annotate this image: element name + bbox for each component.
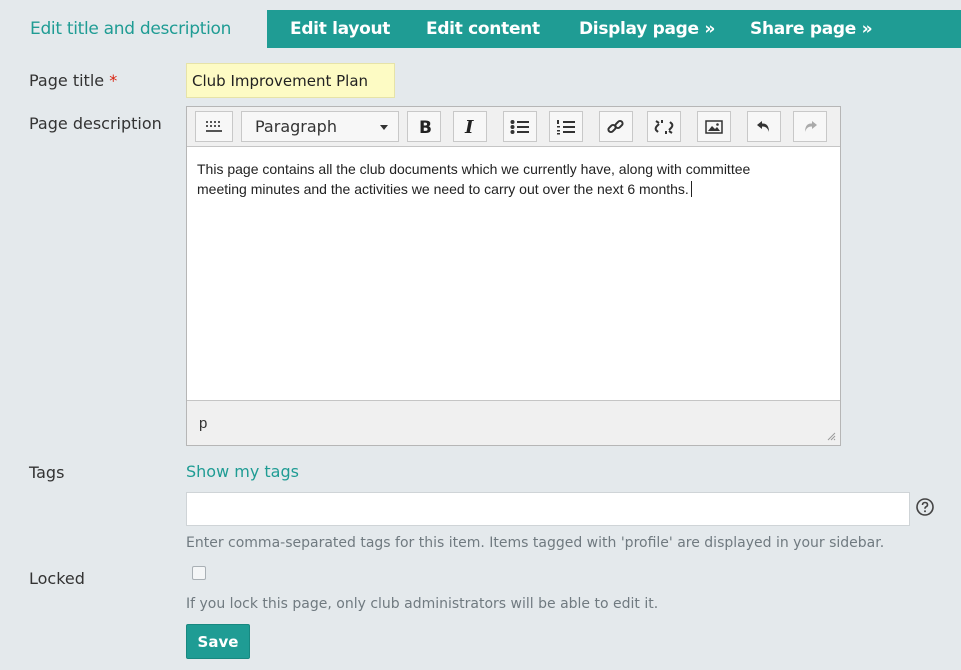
editor-content-line: This page contains all the club document… xyxy=(197,161,751,177)
undo-button[interactable] xyxy=(747,111,781,142)
tab-edit-layout[interactable]: Edit layout xyxy=(290,10,390,48)
insert-image-button[interactable] xyxy=(697,111,731,142)
element-path[interactable]: p xyxy=(199,415,207,432)
required-marker: * xyxy=(109,71,118,90)
tags-hint: Enter comma-separated tags for this item… xyxy=(186,535,885,551)
editor-content-line: meeting minutes and the activities we ne… xyxy=(197,179,830,199)
locked-label: Locked xyxy=(29,569,85,588)
resize-handle-icon[interactable] xyxy=(826,431,836,441)
numbered-list-icon xyxy=(557,119,575,134)
bullet-list-button[interactable] xyxy=(503,111,537,142)
help-icon[interactable] xyxy=(915,497,935,517)
editor-status-bar: p xyxy=(187,400,840,445)
editor-content-text: meeting minutes and the activities we ne… xyxy=(197,181,689,197)
format-select-value: Paragraph xyxy=(255,117,337,136)
remove-link-button[interactable] xyxy=(647,111,681,142)
page-title-label: Page title * xyxy=(29,71,117,90)
insert-link-button[interactable] xyxy=(599,111,633,142)
numbered-list-button[interactable] xyxy=(549,111,583,142)
tab-display-page[interactable]: Display page » xyxy=(579,10,715,48)
show-my-tags-link[interactable]: Show my tags xyxy=(186,462,299,481)
locked-hint: If you lock this page, only club adminis… xyxy=(186,596,659,612)
format-select[interactable]: Paragraph xyxy=(241,111,399,142)
tab-edit-title-description[interactable]: Edit title and description xyxy=(14,10,267,48)
tab-bar: Edit title and description Edit layout E… xyxy=(14,10,961,48)
italic-icon: I xyxy=(464,119,474,135)
tab-edit-content[interactable]: Edit content xyxy=(426,10,540,48)
locked-checkbox[interactable] xyxy=(192,566,206,580)
undo-icon xyxy=(757,120,769,132)
image-icon xyxy=(705,119,723,134)
editor-toolbar: Paragraph B I xyxy=(187,107,840,147)
svg-text:I: I xyxy=(464,119,474,135)
tab-share-page[interactable]: Share page » xyxy=(750,10,873,48)
text-cursor xyxy=(690,181,692,197)
page-description-label: Page description xyxy=(29,114,162,133)
redo-icon xyxy=(805,120,817,132)
toolbar-toggle-icon[interactable] xyxy=(195,111,233,142)
link-icon xyxy=(607,119,624,133)
bold-icon: B xyxy=(419,119,431,135)
italic-button[interactable]: I xyxy=(453,111,487,142)
page-title-label-text: Page title xyxy=(29,71,105,90)
bold-button[interactable]: B xyxy=(407,111,441,142)
redo-button[interactable] xyxy=(793,111,827,142)
editor-content-area[interactable]: This page contains all the club document… xyxy=(187,147,840,400)
tags-label: Tags xyxy=(29,463,65,482)
bullet-list-icon xyxy=(510,119,529,134)
page-title-input[interactable] xyxy=(186,63,395,98)
unlink-icon xyxy=(654,119,674,134)
rich-text-editor: Paragraph B I This page contains all the… xyxy=(186,106,841,446)
save-button[interactable]: Save xyxy=(186,624,250,659)
chevron-down-icon xyxy=(380,125,388,130)
svg-text:B: B xyxy=(419,119,431,135)
tags-input[interactable] xyxy=(186,492,910,526)
